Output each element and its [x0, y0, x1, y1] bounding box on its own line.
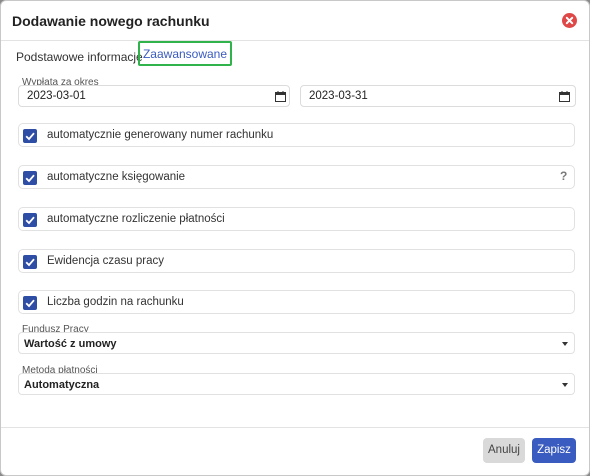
option-label: automatyczne księgowanie — [47, 171, 186, 183]
close-icon[interactable] — [562, 13, 577, 28]
calendar-icon[interactable] — [275, 91, 286, 102]
cancel-button[interactable]: Anuluj — [483, 438, 525, 463]
labor-fund-select[interactable]: Wartość z umowy — [18, 332, 575, 354]
option-label: Ewidencja czasu pracy — [47, 255, 164, 267]
save-button[interactable]: Zapisz — [532, 438, 576, 463]
payment-method-select[interactable]: Automatyczna — [18, 373, 575, 395]
option-label: automatyczne rozliczenie płatności — [47, 213, 225, 225]
checkbox-auto-number[interactable] — [23, 129, 37, 143]
dialog-footer: Anuluj Zapisz — [1, 427, 589, 475]
option-time-tracking: Ewidencja czasu pracy — [18, 249, 575, 273]
date-from-value: 2023-03-01 — [27, 90, 86, 102]
tab-bar: Podstawowe informacje Zaawansowane — [1, 41, 589, 71]
dialog-header: Dodawanie nowego rachunku — [1, 1, 589, 41]
chevron-down-icon — [562, 383, 568, 387]
option-label: Liczba godzin na rachunku — [47, 296, 184, 308]
chevron-down-icon — [562, 342, 568, 346]
option-auto-settlement: automatyczne rozliczenie płatności — [18, 207, 575, 231]
payment-method-value: Automatyczna — [24, 379, 100, 391]
option-hours-on-bill: Liczba godzin na rachunku — [18, 290, 575, 314]
option-auto-booking: automatyczne księgowanie ? — [18, 165, 575, 189]
date-from-field[interactable]: 2023-03-01 — [18, 85, 290, 107]
labor-fund-value: Wartość z umowy — [24, 338, 117, 350]
date-to-field[interactable]: 2023-03-31 — [300, 85, 576, 107]
checkbox-time-tracking[interactable] — [23, 255, 37, 269]
checkbox-hours-on-bill[interactable] — [23, 296, 37, 310]
checkbox-auto-settlement[interactable] — [23, 213, 37, 227]
option-label: automatycznie generowany numer rachunku — [47, 129, 274, 141]
tab-basic-info[interactable]: Podstawowe informacje — [16, 46, 143, 71]
option-auto-number: automatycznie generowany numer rachunku — [18, 123, 575, 147]
dialog-title: Dodawanie nowego rachunku — [12, 13, 210, 29]
date-to-value: 2023-03-31 — [309, 90, 368, 102]
help-icon[interactable]: ? — [560, 169, 567, 183]
add-bill-dialog: Dodawanie nowego rachunku Podstawowe inf… — [0, 0, 590, 476]
calendar-icon[interactable] — [559, 91, 570, 102]
tab-advanced[interactable]: Zaawansowane — [138, 41, 232, 66]
checkbox-auto-booking[interactable] — [23, 171, 37, 185]
